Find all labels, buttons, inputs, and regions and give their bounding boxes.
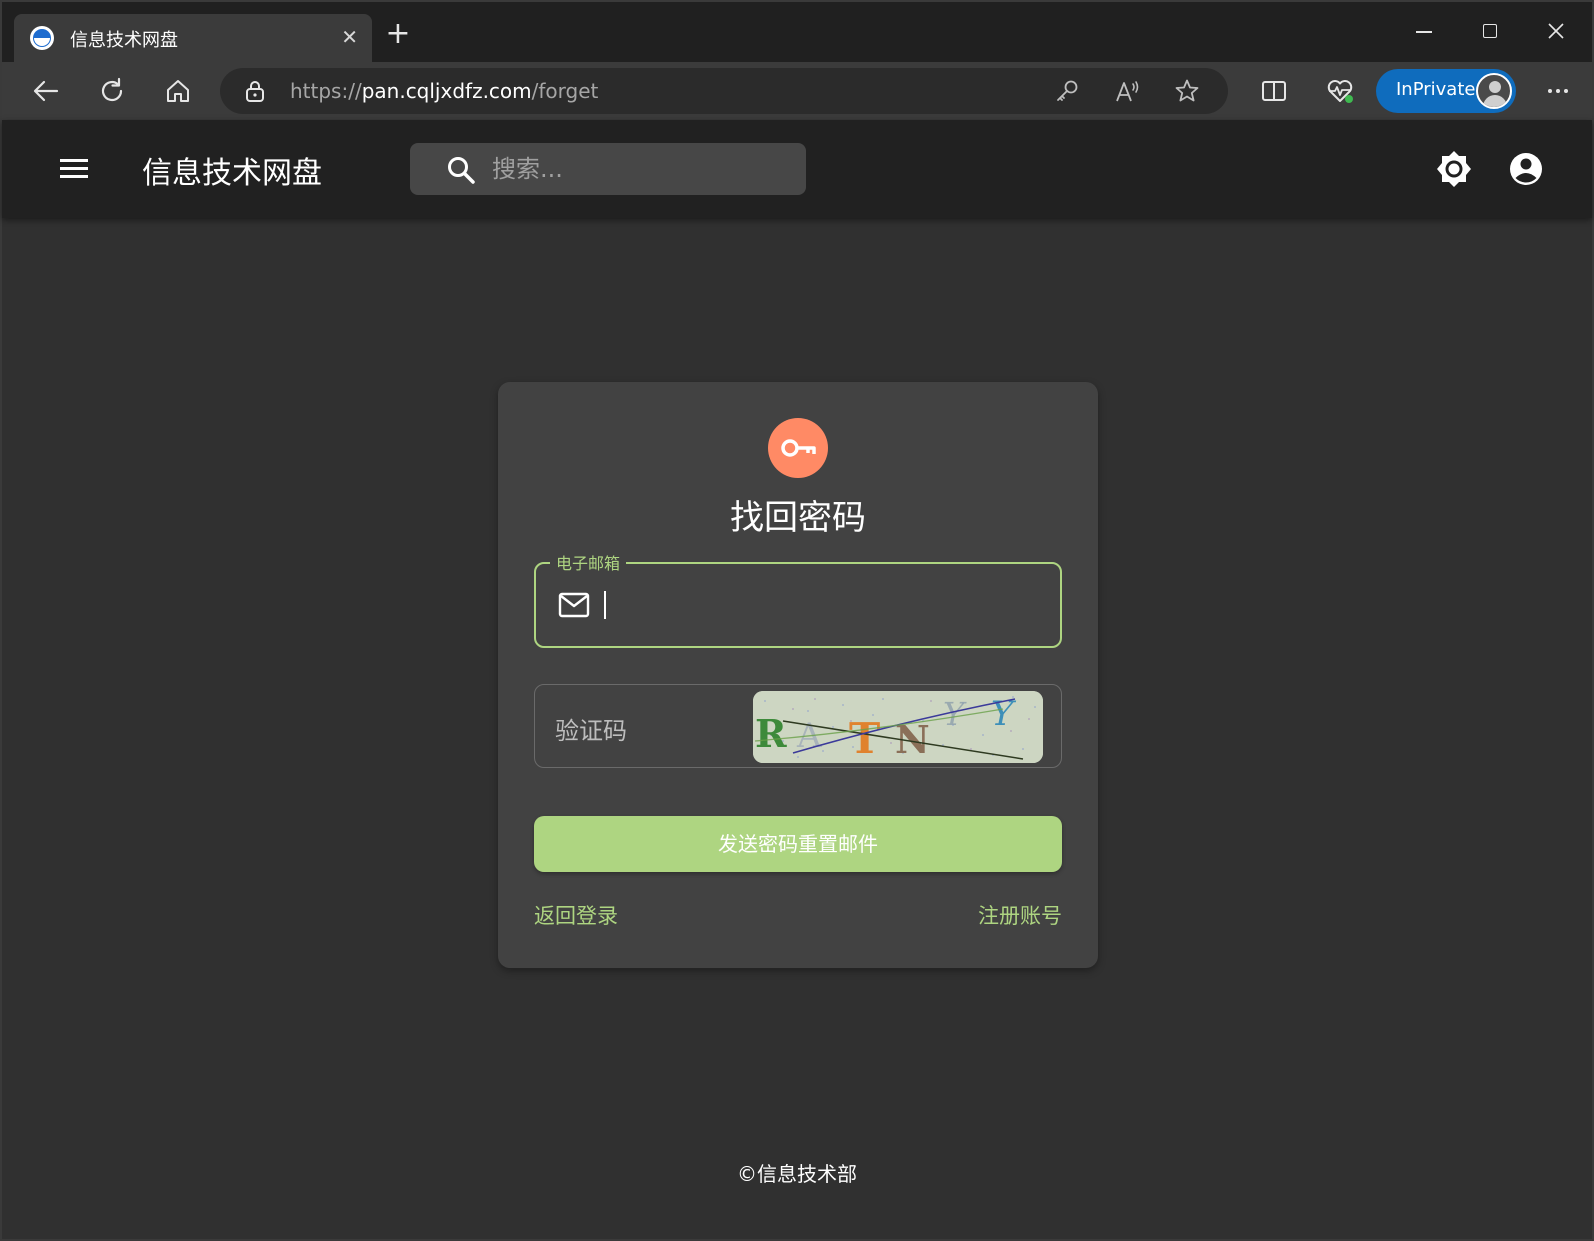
url-text[interactable]: https://pan.cqljxdfz.com/forget: [290, 79, 598, 103]
home-icon: [167, 80, 189, 102]
arrow-left-icon: [33, 80, 59, 102]
register-link[interactable]: 注册账号: [978, 900, 1062, 930]
key-icon[interactable]: [1054, 78, 1080, 104]
email-field[interactable]: 电子邮箱: [534, 550, 1062, 648]
close-icon: [1548, 23, 1564, 39]
browser-essentials-button[interactable]: [1320, 71, 1360, 111]
page-title: 找回密码: [730, 498, 866, 538]
split-screen-button[interactable]: [1254, 71, 1294, 111]
address-bar[interactable]: https://pan.cqljxdfz.com/forget: [220, 68, 1228, 114]
svg-text:T: T: [849, 714, 880, 763]
text-caret: [604, 591, 606, 619]
tab-title: 信息技术网盘: [70, 30, 178, 51]
brightness-icon[interactable]: [1434, 149, 1474, 189]
split-screen-icon: [1262, 81, 1286, 101]
home-button[interactable]: [158, 71, 198, 111]
mail-icon: [558, 592, 590, 618]
refresh-icon: [101, 77, 123, 102]
footer-copyright: ©信息技术部: [737, 1162, 857, 1186]
lock-icon[interactable]: [244, 79, 266, 103]
search-icon: [448, 157, 475, 184]
profile-avatar-icon: [1476, 73, 1512, 109]
browser-tab[interactable]: 信息技术网盘 ✕: [14, 14, 372, 62]
edge-logo-icon: [30, 26, 54, 50]
search-box[interactable]: [410, 143, 806, 195]
maximize-button[interactable]: [1470, 16, 1510, 46]
back-button[interactable]: [26, 71, 66, 111]
captcha-label: 验证码: [555, 717, 627, 745]
browser-toolbar: https://pan.cqljxdfz.com/forget InPrivat…: [2, 62, 1592, 120]
app-title: 信息技术网盘: [142, 156, 322, 191]
heart-pulse-icon: [1327, 80, 1353, 103]
maximize-icon: [1483, 24, 1497, 38]
browser-window: 信息技术网盘 ✕ + https://pan.cqljxdfz.com/forg…: [0, 0, 1594, 1241]
send-reset-email-button[interactable]: 发送密码重置邮件: [534, 816, 1062, 872]
close-tab-icon[interactable]: ✕: [341, 25, 358, 49]
more-button[interactable]: [1538, 71, 1578, 111]
url-host: pan.cqljxdfz.com: [361, 79, 532, 103]
captcha-image[interactable]: R A T N Y Y: [753, 691, 1043, 763]
back-to-login-link[interactable]: 返回登录: [534, 900, 618, 930]
hamburger-menu-icon[interactable]: [58, 153, 90, 185]
minimize-icon: [1416, 31, 1432, 33]
url-scheme: https://: [290, 79, 362, 103]
read-aloud-icon[interactable]: [1114, 78, 1140, 104]
more-icon: [1548, 89, 1568, 93]
close-window-button[interactable]: [1536, 16, 1576, 46]
captcha-field[interactable]: 验证码 R A T N Y Y: [534, 684, 1062, 768]
app-header: 信息技术网盘: [2, 120, 1592, 218]
inprivate-button[interactable]: InPrivate: [1376, 69, 1516, 113]
svg-text:R: R: [755, 711, 787, 756]
account-circle-icon[interactable]: [1506, 149, 1546, 189]
email-input[interactable]: [612, 584, 1042, 626]
minimize-button[interactable]: [1404, 16, 1444, 46]
tab-strip: 信息技术网盘 ✕ +: [2, 2, 1592, 62]
search-input[interactable]: [492, 143, 792, 195]
forgot-password-card: 找回密码 电子邮箱 验证码 R A T N Y Y 发送密码重置邮件 返回登录 …: [498, 382, 1098, 968]
star-icon[interactable]: [1174, 78, 1200, 104]
vpn-key-icon: [768, 418, 828, 478]
refresh-button[interactable]: [92, 71, 132, 111]
email-field-label: 电子邮箱: [550, 550, 627, 574]
inprivate-label: InPrivate: [1396, 79, 1476, 100]
new-tab-button[interactable]: +: [380, 16, 416, 52]
url-path: /forget: [531, 79, 599, 103]
